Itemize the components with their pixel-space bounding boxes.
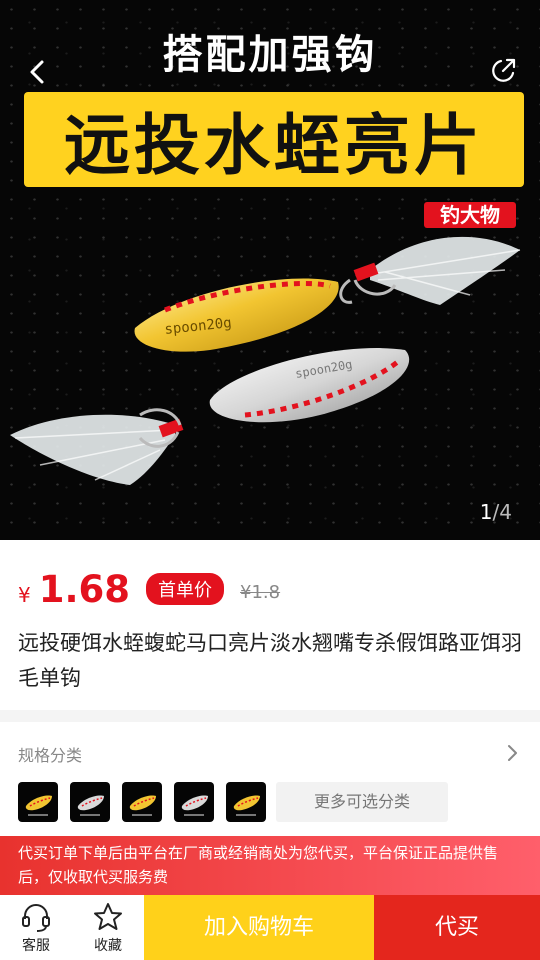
spec-section[interactable]: 规格分类 更多可选分类	[0, 722, 540, 836]
lure-illustration: spoon20g spoon20g	[10, 236, 521, 485]
hero-banner-text: 远投水蛭亮片	[64, 105, 484, 184]
proxy-buy-button[interactable]: 代买	[374, 895, 540, 960]
spec-thumbnail[interactable]	[174, 782, 214, 822]
proxy-purchase-notice: 代买订单下单后由平台在厂商或经销商处为您代买，平台保证正品提供售后，仅收取代买服…	[0, 836, 540, 895]
spec-thumbnail[interactable]	[122, 782, 162, 822]
original-price: ¥1.8	[240, 582, 281, 603]
product-title: 远投硬饵水蛭蝮蛇马口亮片淡水翘嘴专杀假饵路亚饵羽毛单钩	[18, 631, 522, 690]
spec-label: 规格分类	[18, 746, 83, 765]
product-hero-image[interactable]: 搭配加强钩 远投水蛭亮片 钓大物 spoon20g spoon20g 1/4	[0, 0, 540, 540]
share-button[interactable]	[488, 56, 518, 86]
more-options-button[interactable]: 更多可选分类	[276, 782, 448, 822]
product-info-section: ¥ 1.68 首单价 ¥1.8 远投硬饵水蛭蝮蛇马口亮片淡水翘嘴专杀假饵路亚饵羽…	[0, 540, 540, 710]
bottom-action-bar: 客服 收藏 加入购物车 代买	[0, 895, 540, 960]
first-order-badge: 首单价	[146, 573, 225, 605]
lure-thumbnail-icon	[77, 795, 104, 816]
image-pager: 1/4	[480, 500, 512, 524]
star-icon	[94, 902, 122, 930]
lure-thumbnail-icon	[129, 795, 156, 816]
favorite-label: 收藏	[94, 937, 122, 954]
hero-top-title: 搭配加强钩	[162, 32, 378, 78]
lure-thumbnail-icon	[233, 795, 260, 816]
silver-spoon: spoon20g	[209, 348, 410, 423]
back-button[interactable]	[22, 56, 54, 88]
feather-left	[10, 414, 184, 485]
pager-total: 4	[499, 500, 512, 524]
spec-thumbnail[interactable]	[18, 782, 58, 822]
customer-service-button[interactable]: 客服	[0, 895, 72, 960]
price-row: ¥ 1.68 首单价 ¥1.8	[18, 568, 280, 612]
lure-thumbnail-icon	[181, 795, 208, 816]
add-to-cart-button[interactable]: 加入购物车	[144, 895, 374, 960]
back-icon	[30, 60, 44, 84]
share-icon	[492, 58, 516, 82]
favorite-button[interactable]: 收藏	[72, 895, 144, 960]
price-currency: ¥	[18, 583, 31, 607]
headset-icon	[22, 903, 50, 932]
spec-thumbnails	[18, 782, 266, 822]
lure-thumbnail-icon	[25, 795, 52, 816]
spec-thumbnail[interactable]	[70, 782, 110, 822]
gold-spoon: spoon20g	[134, 278, 339, 352]
hero-banner: 远投水蛭亮片	[24, 92, 524, 187]
chevron-right-icon[interactable]	[506, 742, 520, 764]
customer-service-label: 客服	[22, 937, 50, 954]
pager-current: 1	[479, 500, 493, 524]
spec-thumbnail[interactable]	[226, 782, 266, 822]
price-value: 1.68	[38, 568, 131, 611]
